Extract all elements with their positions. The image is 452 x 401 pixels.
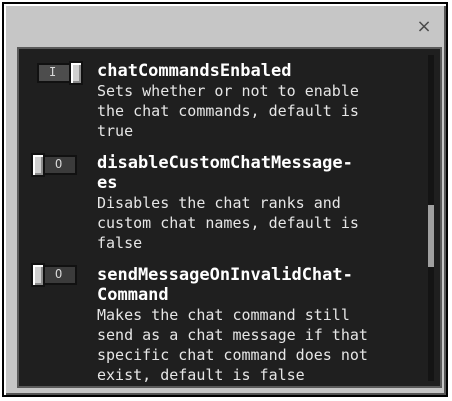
setting-title: sendMessageOnInvalidChat- Command <box>97 265 353 305</box>
scrollbar[interactable] <box>428 55 434 381</box>
toggle-knob[interactable] <box>31 153 45 177</box>
settings-dialog: × I chatCommandsEnbaled Sets whether or … <box>2 2 448 397</box>
toggle-off-icon: O <box>55 267 63 281</box>
toggle-on-icon: I <box>49 65 57 79</box>
disable-custom-chat-toggle[interactable]: O <box>31 153 77 177</box>
chat-commands-toggle[interactable]: I <box>37 61 83 85</box>
setting-title: disableCustomChatMessage- es <box>97 153 353 193</box>
send-message-toggle[interactable]: O <box>31 263 77 287</box>
close-icon[interactable]: × <box>414 17 434 37</box>
toggle-knob[interactable] <box>31 263 45 287</box>
settings-list[interactable]: I chatCommandsEnbaled Sets whether or no… <box>17 47 442 388</box>
setting-description: Makes the chat command still send as a c… <box>97 306 368 384</box>
setting-title: chatCommandsEnbaled <box>97 61 292 81</box>
toggle-knob[interactable] <box>69 61 83 85</box>
scrollbar-thumb[interactable] <box>428 205 434 267</box>
setting-description: Sets whether or not to enable the chat c… <box>97 82 359 140</box>
toggle-off-icon: O <box>55 157 63 171</box>
setting-description: Disables the chat ranks and custom chat … <box>97 194 359 252</box>
